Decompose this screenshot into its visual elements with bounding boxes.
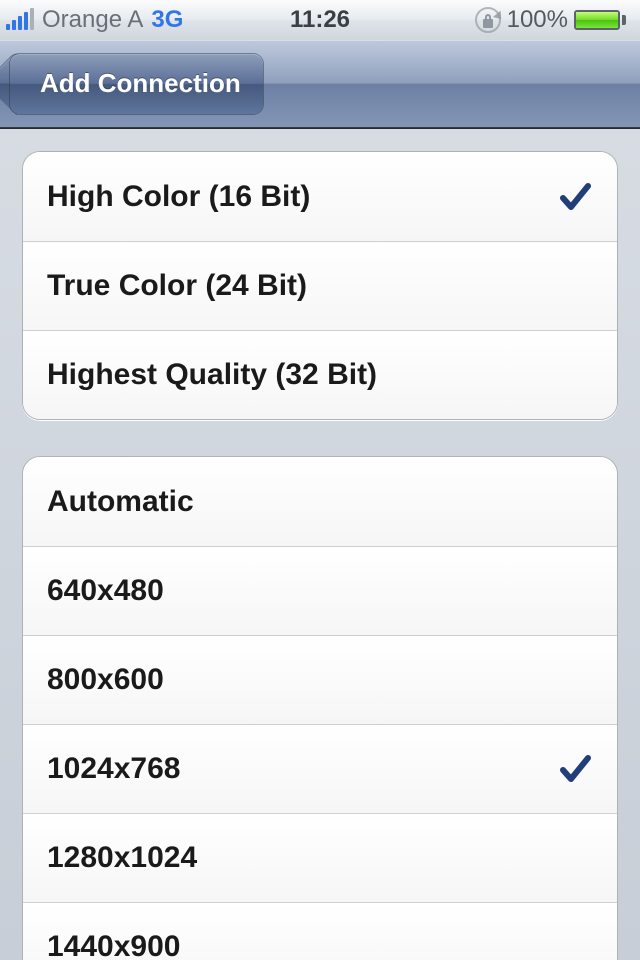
resolution-option[interactable]: 1024x768 xyxy=(23,724,617,813)
checkmark-icon xyxy=(557,179,593,215)
color_depth-option-label: Highest Quality (32 Bit) xyxy=(47,358,377,392)
resolution-option-label: 800x600 xyxy=(47,663,164,697)
checkmark-icon xyxy=(557,751,593,787)
resolution-option[interactable]: 1440x900 xyxy=(23,902,617,960)
back-button[interactable]: Add Connection xyxy=(10,54,263,114)
orientation-lock-icon xyxy=(475,7,501,33)
status-left: Orange A 3G xyxy=(6,6,215,34)
color_depth-option[interactable]: High Color (16 Bit) xyxy=(23,152,617,241)
color_depth-option[interactable]: Highest Quality (32 Bit) xyxy=(23,330,617,419)
color_depth-option-label: True Color (24 Bit) xyxy=(47,269,307,303)
resolution-group: Automatic 640x480 800x600 1024x768 1280x102… xyxy=(22,456,618,960)
resolution-option-label: 640x480 xyxy=(47,574,164,608)
color_depth-option[interactable]: True Color (24 Bit) xyxy=(23,241,617,330)
resolution-option[interactable]: Automatic xyxy=(23,457,617,546)
signal-strength-icon xyxy=(6,10,34,30)
resolution-option-label: 1280x1024 xyxy=(47,841,197,875)
resolution-option[interactable]: 800x600 xyxy=(23,635,617,724)
battery-percentage: 100% xyxy=(507,6,568,34)
resolution-option[interactable]: 640x480 xyxy=(23,546,617,635)
network-type-label: 3G xyxy=(151,6,183,34)
status-time: 11:26 xyxy=(215,6,424,34)
resolution-option-label: 1024x768 xyxy=(47,752,180,786)
resolution-option-label: 1440x900 xyxy=(47,930,180,960)
settings-page: High Color (16 Bit) True Color (24 Bit) H… xyxy=(0,128,640,960)
resolution-option[interactable]: 1280x1024 xyxy=(23,813,617,902)
status-bar: Orange A 3G 11:26 100% xyxy=(0,0,640,40)
color-depth-group: High Color (16 Bit) True Color (24 Bit) H… xyxy=(22,151,618,420)
color_depth-option-label: High Color (16 Bit) xyxy=(47,180,310,214)
battery-icon xyxy=(574,10,634,30)
status-right: 100% xyxy=(425,6,634,34)
resolution-option-label: Automatic xyxy=(47,485,194,519)
back-button-label: Add Connection xyxy=(40,68,241,99)
carrier-label: Orange A xyxy=(42,6,143,34)
navigation-bar: Add Connection xyxy=(0,40,640,128)
